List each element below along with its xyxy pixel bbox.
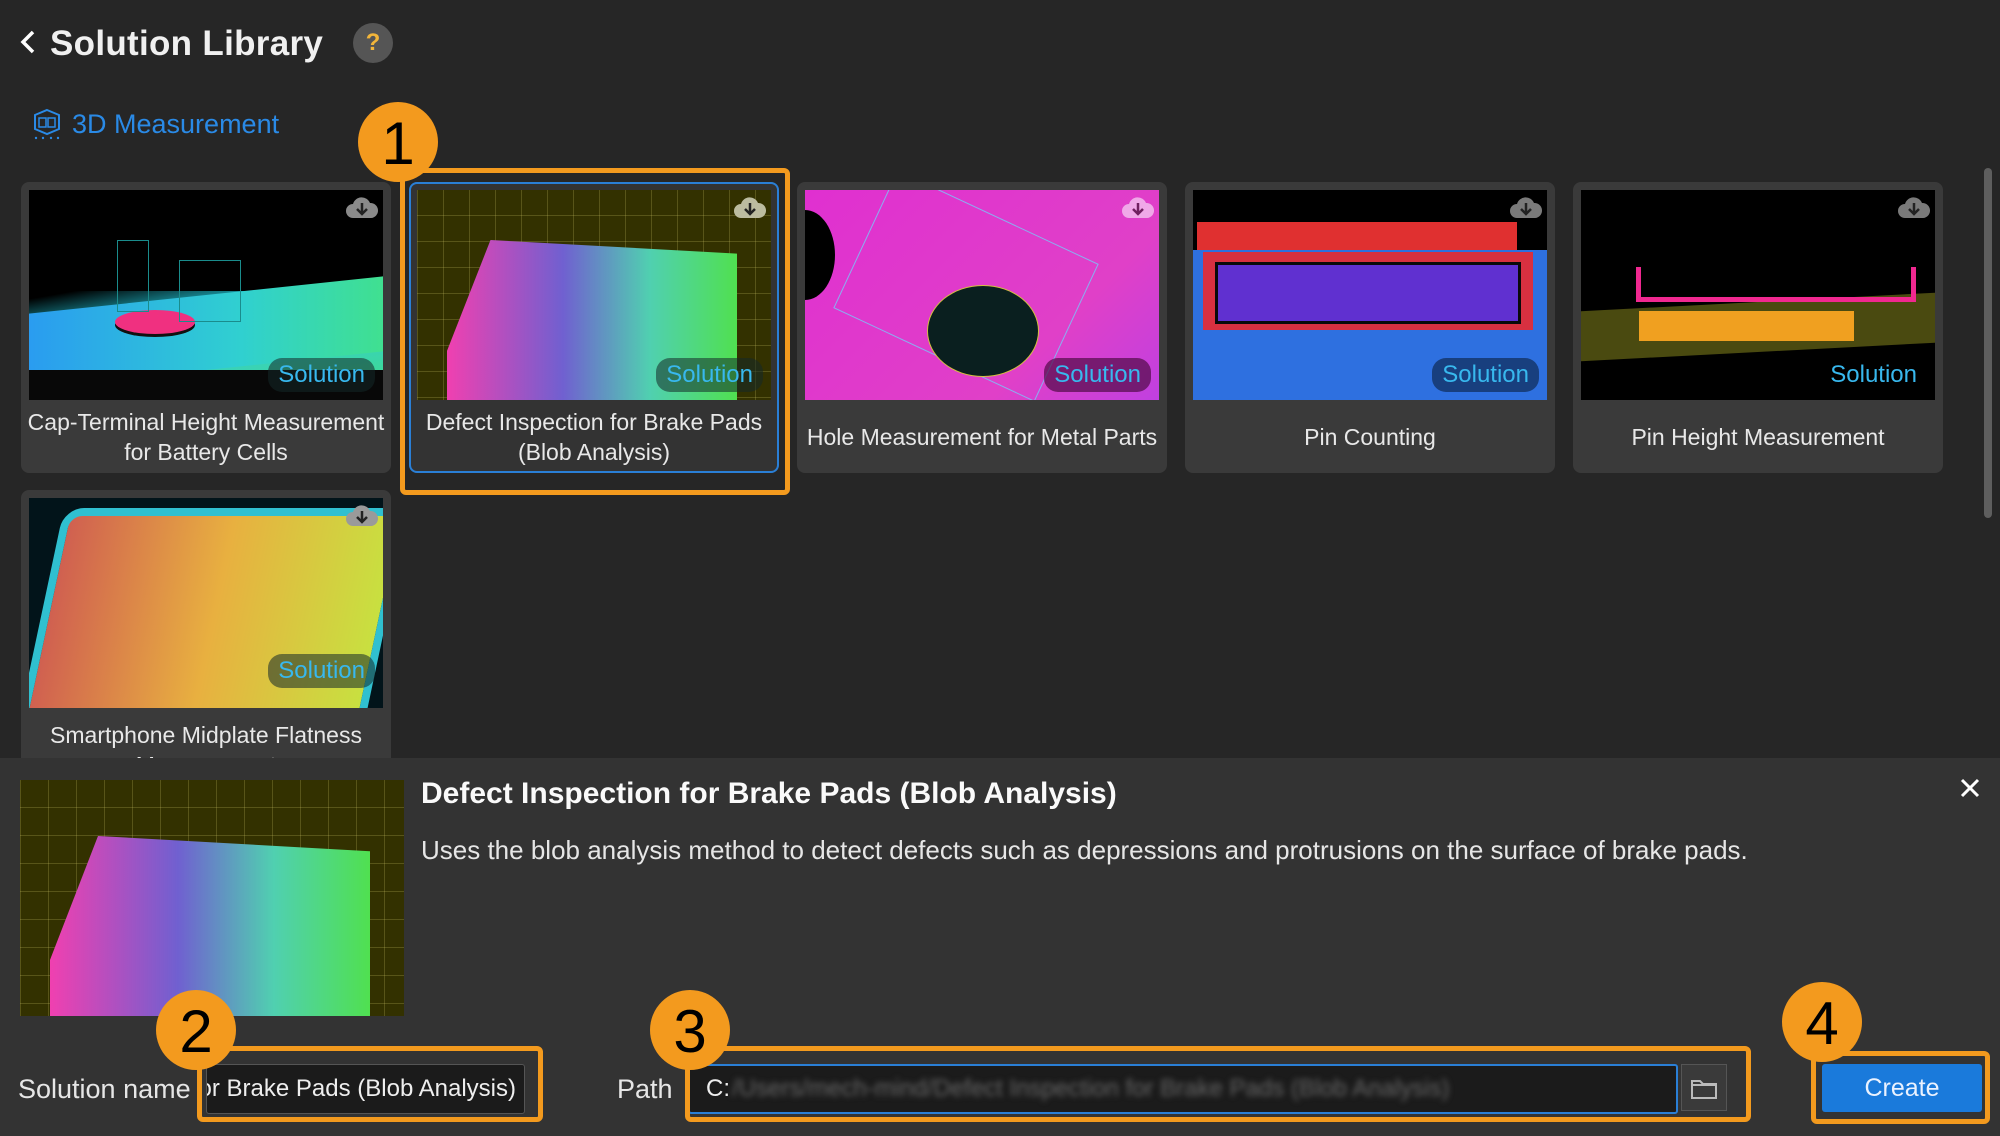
solution-card[interactable]: Solution Pin Height Measurement	[1573, 182, 1943, 473]
solution-card-title: Pin Counting	[1304, 424, 1436, 450]
solution-card-title: Defect Inspection for Brake Pads (Blob A…	[425, 409, 763, 465]
solution-badge: Solution	[268, 358, 375, 392]
scrollbar-thumb[interactable]	[1984, 168, 1992, 518]
solution-name-value: Defect Inspection for Brake Pads (Blob A…	[207, 1075, 516, 1102]
detail-title: Defect Inspection for Brake Pads (Blob A…	[421, 777, 1117, 810]
solution-card-selected[interactable]: Solution Defect Inspection for Brake Pad…	[409, 182, 779, 473]
solution-card-title: Smartphone Midplate Flatness Measurement	[50, 722, 362, 758]
callout-3: 3	[650, 990, 730, 1070]
cloud-download-icon[interactable]	[1509, 194, 1543, 222]
close-button[interactable]	[1955, 772, 1985, 806]
solution-card-title: Pin Height Measurement	[1631, 424, 1885, 450]
solution-card-title: Hole Measurement for Metal Parts	[806, 424, 1158, 450]
callout-2: 2	[156, 990, 236, 1070]
browse-folder-button[interactable]	[1681, 1064, 1727, 1111]
cloud-download-icon[interactable]	[345, 194, 379, 222]
path-label: Path	[617, 1074, 673, 1104]
cloud-download-icon[interactable]	[345, 502, 379, 530]
create-button[interactable]: Create	[1822, 1064, 1982, 1112]
path-input[interactable]: C:/Users/mech-mind/Defect Inspection for…	[688, 1064, 1678, 1114]
solution-badge: Solution	[656, 358, 763, 392]
cloud-download-icon[interactable]	[733, 194, 767, 222]
close-icon	[1960, 778, 1980, 798]
solution-badge: Solution	[1044, 358, 1151, 392]
folder-icon	[1691, 1079, 1717, 1099]
path-value: C:	[706, 1075, 730, 1102]
solution-card[interactable]: Solution Smartphone Midplate Flatness Me…	[21, 490, 391, 758]
solution-badge: Solution	[1830, 361, 1917, 388]
detail-description: Uses the blob analysis method to detect …	[421, 835, 1748, 865]
solution-card[interactable]: Solution Pin Counting	[1185, 182, 1555, 473]
callout-1: 1	[358, 102, 438, 182]
callout-4: 4	[1782, 982, 1862, 1062]
solution-badge: Solution	[1432, 358, 1539, 392]
solution-name-input[interactable]: Defect Inspection for Brake Pads (Blob A…	[206, 1064, 525, 1114]
solution-card-title: Cap-Terminal Height Measurement for Batt…	[27, 409, 385, 465]
path-value-blurred: /Users/mech-mind/Defect Inspection for B…	[732, 1075, 1450, 1102]
solution-card[interactable]: Solution Cap-Terminal Height Measurement…	[21, 182, 391, 473]
cloud-download-icon[interactable]	[1121, 194, 1155, 222]
cloud-download-icon[interactable]	[1897, 194, 1931, 222]
detail-thumbnail	[20, 780, 404, 1016]
solution-name-label: Solution name	[18, 1074, 191, 1104]
solution-badge: Solution	[268, 654, 375, 688]
solution-grid: Solution Cap-Terminal Height Measurement…	[0, 0, 1960, 758]
solution-card[interactable]: Solution Hole Measurement for Metal Part…	[797, 182, 1167, 473]
